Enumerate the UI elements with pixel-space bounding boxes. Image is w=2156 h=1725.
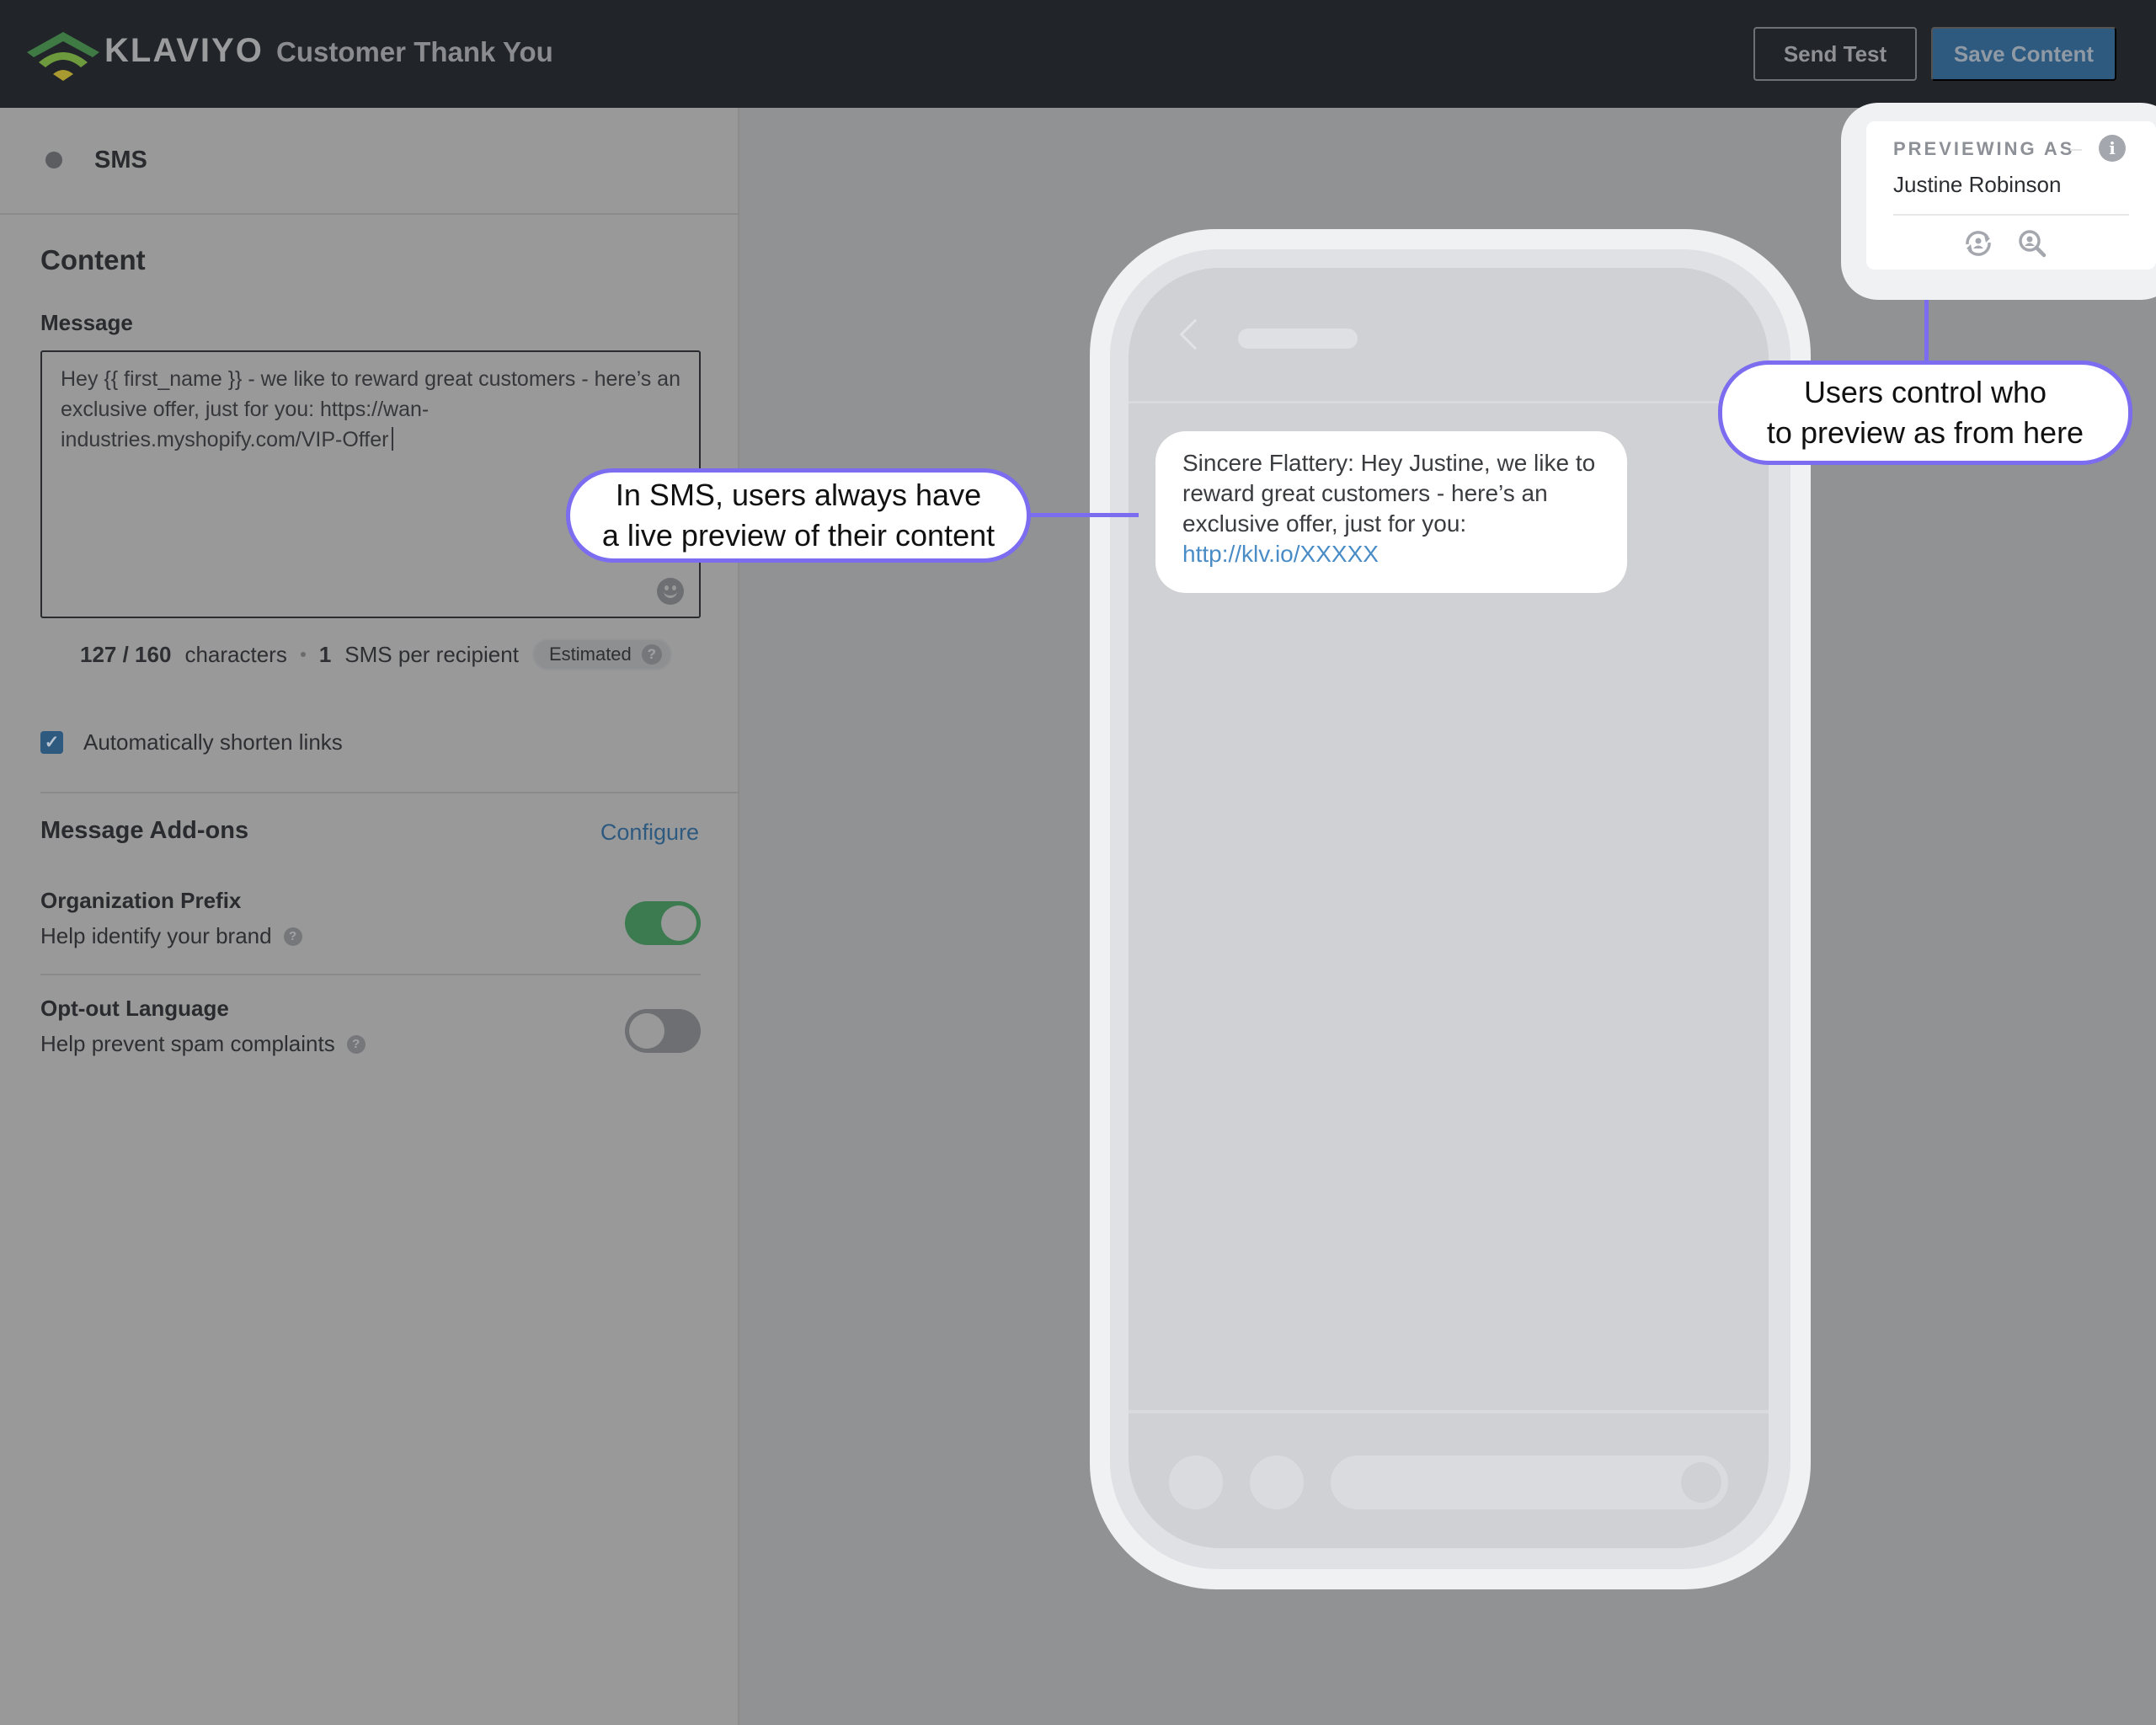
annotation-live-preview: In SMS, users always have a live preview…	[566, 468, 1031, 563]
content-section-title: Content	[40, 244, 146, 275]
shorten-links-checkbox[interactable]: ✓	[40, 731, 63, 754]
switch-profile-icon[interactable]	[1962, 227, 1994, 259]
estimated-label: Estimated	[548, 644, 632, 665]
channel-label: SMS	[94, 147, 147, 174]
annotation-preview-as: Users control who to preview as from her…	[1718, 360, 2132, 465]
send-test-button[interactable]: Send Test	[1753, 27, 1917, 81]
toggle-knob	[629, 1013, 664, 1049]
shorten-links-label: Automatically shorten links	[83, 729, 343, 755]
apps-placeholder-icon	[1250, 1455, 1304, 1509]
status-dot-icon	[45, 152, 62, 168]
annotation-line: In SMS, users always have	[615, 478, 982, 512]
configure-link[interactable]: Configure	[600, 820, 699, 846]
info-icon[interactable]: i	[2099, 135, 2126, 162]
label-dash	[2070, 149, 2082, 151]
addon-divider	[40, 974, 701, 975]
addons-title: Message Add-ons	[40, 817, 249, 844]
section-divider	[40, 792, 739, 793]
sms-preview-text: Sincere Flattery: Hey Justine, we like t…	[1182, 450, 1596, 537]
screen-divider	[1129, 1410, 1769, 1413]
sms-preview-link: http://klv.io/XXXXX	[1182, 541, 1379, 567]
addon-name: Opt-out Language	[40, 996, 229, 1021]
save-content-button[interactable]: Save Content	[1931, 27, 2116, 81]
character-counter: 127 / 160 characters 1 SMS per recipient…	[80, 638, 672, 670]
send-placeholder-icon	[1681, 1462, 1721, 1503]
shorten-links-row[interactable]: ✓ Automatically shorten links	[40, 729, 343, 756]
sms-preview-bubble: Sincere Flattery: Hey Justine, we like t…	[1155, 431, 1627, 593]
annotation-line: to preview as from here	[1766, 415, 2084, 450]
phone-screen: Sincere Flattery: Hey Justine, we like t…	[1129, 268, 1769, 1548]
annotation-connector	[1029, 513, 1139, 517]
message-label: Message	[40, 310, 133, 335]
klaviyo-logo-icon	[27, 32, 99, 81]
addon-name: Organization Prefix	[40, 888, 242, 913]
organization-prefix-toggle[interactable]	[625, 901, 701, 945]
sms-count: 1	[318, 641, 332, 667]
character-unit: characters	[184, 641, 287, 667]
character-count: 127 / 160	[80, 641, 172, 667]
top-bar: KLAVIYO Customer Thank You Send Test Sav…	[0, 0, 2156, 108]
opt-out-language-toggle[interactable]	[625, 1009, 701, 1053]
previewing-as-name: Justine Robinson	[1893, 172, 2062, 197]
search-profile-icon[interactable]	[2016, 227, 2048, 259]
brand-name: KLAVIYO	[104, 32, 264, 69]
page-title: Customer Thank You	[276, 36, 553, 67]
help-icon[interactable]: ?	[283, 927, 302, 946]
editor-panel: SMS Content Message Hey {{ first_name }}…	[0, 108, 739, 1725]
preview-as-card: PREVIEWING AS i Justine Robinson	[1866, 121, 2156, 270]
back-chevron-icon	[1179, 318, 1211, 350]
annotation-connector	[1924, 300, 1929, 362]
separator-dot	[300, 652, 306, 657]
text-cursor	[392, 427, 394, 451]
card-divider	[1893, 214, 2129, 216]
compose-bar-placeholder	[1331, 1455, 1728, 1509]
sms-unit: SMS per recipient	[344, 641, 519, 667]
addon-description: Help prevent spam complaints ?	[40, 1031, 366, 1057]
camera-placeholder-icon	[1169, 1455, 1223, 1509]
estimated-badge: Estimated ?	[531, 638, 672, 670]
channel-header: SMS	[0, 108, 739, 215]
previewing-as-label: PREVIEWING AS	[1893, 138, 2075, 159]
addon-description-text: Help identify your brand	[40, 923, 272, 948]
help-icon[interactable]: ?	[641, 644, 662, 665]
annotation-line: a live preview of their content	[601, 518, 995, 553]
screen-divider	[1129, 401, 1769, 403]
annotation-line: Users control who	[1803, 375, 2047, 409]
help-icon[interactable]: ?	[346, 1034, 366, 1054]
addon-description: Help identify your brand ?	[40, 923, 302, 949]
emoji-picker-icon[interactable]	[657, 578, 684, 605]
contact-name-placeholder	[1238, 328, 1358, 349]
addon-description-text: Help prevent spam complaints	[40, 1031, 335, 1056]
message-text: Hey {{ first_name }} - we like to reward…	[61, 367, 680, 451]
toggle-knob	[661, 905, 696, 941]
